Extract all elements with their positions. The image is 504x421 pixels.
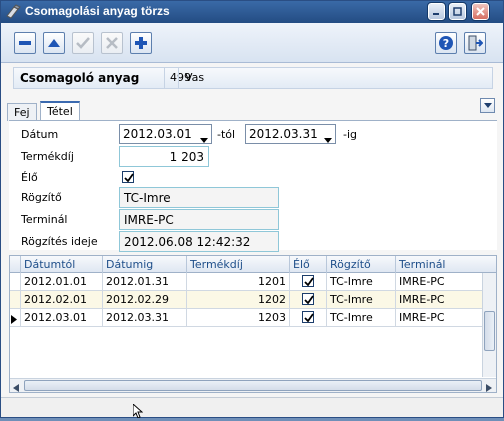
cell-terminal: IMRE-PC [395, 309, 482, 327]
package-name: Vas [178, 68, 494, 88]
cell-elo [289, 291, 326, 309]
toolbar: ? [1, 23, 503, 63]
tab-fej[interactable]: Fej [7, 103, 37, 121]
exit-button[interactable] [464, 32, 486, 54]
scroll-left-icon[interactable] [13, 382, 19, 395]
save-button[interactable] [72, 32, 94, 54]
package-name-value: Vas [185, 71, 205, 84]
tab-menu-button[interactable] [480, 98, 495, 113]
cell-terminal: IMRE-PC [395, 273, 482, 291]
cell-elo [289, 273, 326, 291]
help-button[interactable]: ? [435, 32, 457, 54]
vertical-scroll-thumb[interactable] [484, 311, 495, 351]
tol-label: -tól [217, 128, 236, 141]
app-icon [5, 4, 21, 20]
vertical-scrollbar[interactable] [482, 273, 496, 377]
delete-record-button[interactable] [14, 32, 36, 54]
cell-datumtol: 2012.02.01 [20, 291, 102, 309]
termekdij-label: Termékdíj [21, 150, 74, 163]
title-bar[interactable]: Csomagolási anyag törzs [1, 1, 503, 23]
cell-termekdij: 1202 [186, 291, 289, 309]
table-row[interactable]: 2012.03.01 2012.03.31 1203 TC-Imre IMRE-… [10, 309, 482, 327]
tab-strip: Fej Tétel [1, 95, 503, 122]
rogzites-ideje-field: 2012.06.08 12:42:32 [119, 231, 279, 252]
date-to-value: 2012.03.31 [249, 127, 318, 141]
tab-tetel[interactable]: Tétel [40, 101, 80, 122]
chevron-down-icon [200, 132, 208, 146]
rogzito-label: Rögzítő [21, 191, 62, 204]
rogzites-ideje-label: Rögzítés ideje [21, 235, 98, 248]
column-rogzito[interactable]: Rögzítő [326, 256, 395, 273]
chevron-down-icon [324, 132, 332, 146]
elo-checkbox[interactable] [302, 293, 314, 305]
elo-checkbox[interactable] [302, 275, 314, 287]
tetel-panel: Dátum 2012.03.01 -tól 2012.03.31 -ig Ter… [9, 120, 497, 252]
table-row[interactable]: 2012.02.01 2012.02.29 1202 TC-Imre IMRE-… [10, 291, 482, 309]
elo-checkbox[interactable] [122, 171, 134, 183]
package-material-label: Csomagoló anyag [20, 71, 140, 85]
status-bar [1, 397, 503, 419]
rogzito-field: TC-Imre [119, 187, 279, 208]
horizontal-scrollbar[interactable] [10, 378, 496, 392]
table-row[interactable]: 2012.01.01 2012.01.31 1201 TC-Imre IMRE-… [10, 273, 482, 291]
cancel-button[interactable] [101, 32, 123, 54]
date-from-select[interactable]: 2012.03.01 [119, 124, 212, 144]
cell-termekdij: 1201 [186, 273, 289, 291]
close-window-button[interactable] [471, 2, 490, 21]
column-termekdij[interactable]: Termékdíj [186, 256, 289, 273]
cell-datumtol: 2012.01.01 [20, 273, 102, 291]
scroll-right-icon[interactable] [486, 382, 492, 395]
cell-rogzito: TC-Imre [326, 273, 395, 291]
mouse-cursor-icon [132, 402, 144, 421]
date-from-value: 2012.03.01 [123, 127, 192, 141]
maximize-button[interactable] [448, 2, 467, 21]
column-terminal[interactable]: Terminál [395, 256, 482, 273]
column-datumig[interactable]: Dátumig [102, 256, 186, 273]
data-grid: Dátumtól Dátumig Termékdíj Élő Rögzítő T… [9, 255, 497, 393]
window-title: Csomagolási anyag törzs [25, 4, 170, 18]
terminal-label: Terminál [21, 213, 68, 226]
cell-elo [289, 309, 326, 327]
ig-label: -ig [343, 128, 358, 141]
datum-label: Dátum [21, 128, 59, 141]
main-window: Csomagolási anyag törzs ? Csomagoló anya… [0, 0, 504, 419]
elo-label: Élő [21, 171, 38, 184]
cell-datumig: 2012.01.31 [102, 273, 186, 291]
elo-checkbox[interactable] [302, 311, 314, 323]
new-record-button[interactable] [130, 32, 152, 54]
horizontal-scroll-thumb[interactable] [24, 380, 482, 391]
cell-datumig: 2012.03.31 [102, 309, 186, 327]
cell-termekdij: 1203 [186, 309, 289, 327]
cell-terminal: IMRE-PC [395, 291, 482, 309]
header-row: Csomagoló anyag 499 Vas [13, 67, 493, 89]
cell-datumig: 2012.02.29 [102, 291, 186, 309]
column-datumtol[interactable]: Dátumtól [20, 256, 102, 273]
svg-text:?: ? [443, 37, 449, 50]
terminal-field: IMRE-PC [119, 209, 279, 230]
current-row-indicator-icon [11, 314, 17, 327]
termekdij-input[interactable]: 1 203 [119, 146, 209, 167]
previous-record-button[interactable] [43, 32, 65, 54]
column-elo[interactable]: Élő [289, 256, 326, 273]
cell-rogzito: TC-Imre [326, 291, 395, 309]
cell-datumtol: 2012.03.01 [20, 309, 102, 327]
minimize-button[interactable] [427, 2, 446, 21]
grid-header: Dátumtól Dátumig Termékdíj Élő Rögzítő T… [10, 256, 496, 273]
date-to-select[interactable]: 2012.03.31 [245, 124, 336, 144]
cell-rogzito: TC-Imre [326, 309, 395, 327]
